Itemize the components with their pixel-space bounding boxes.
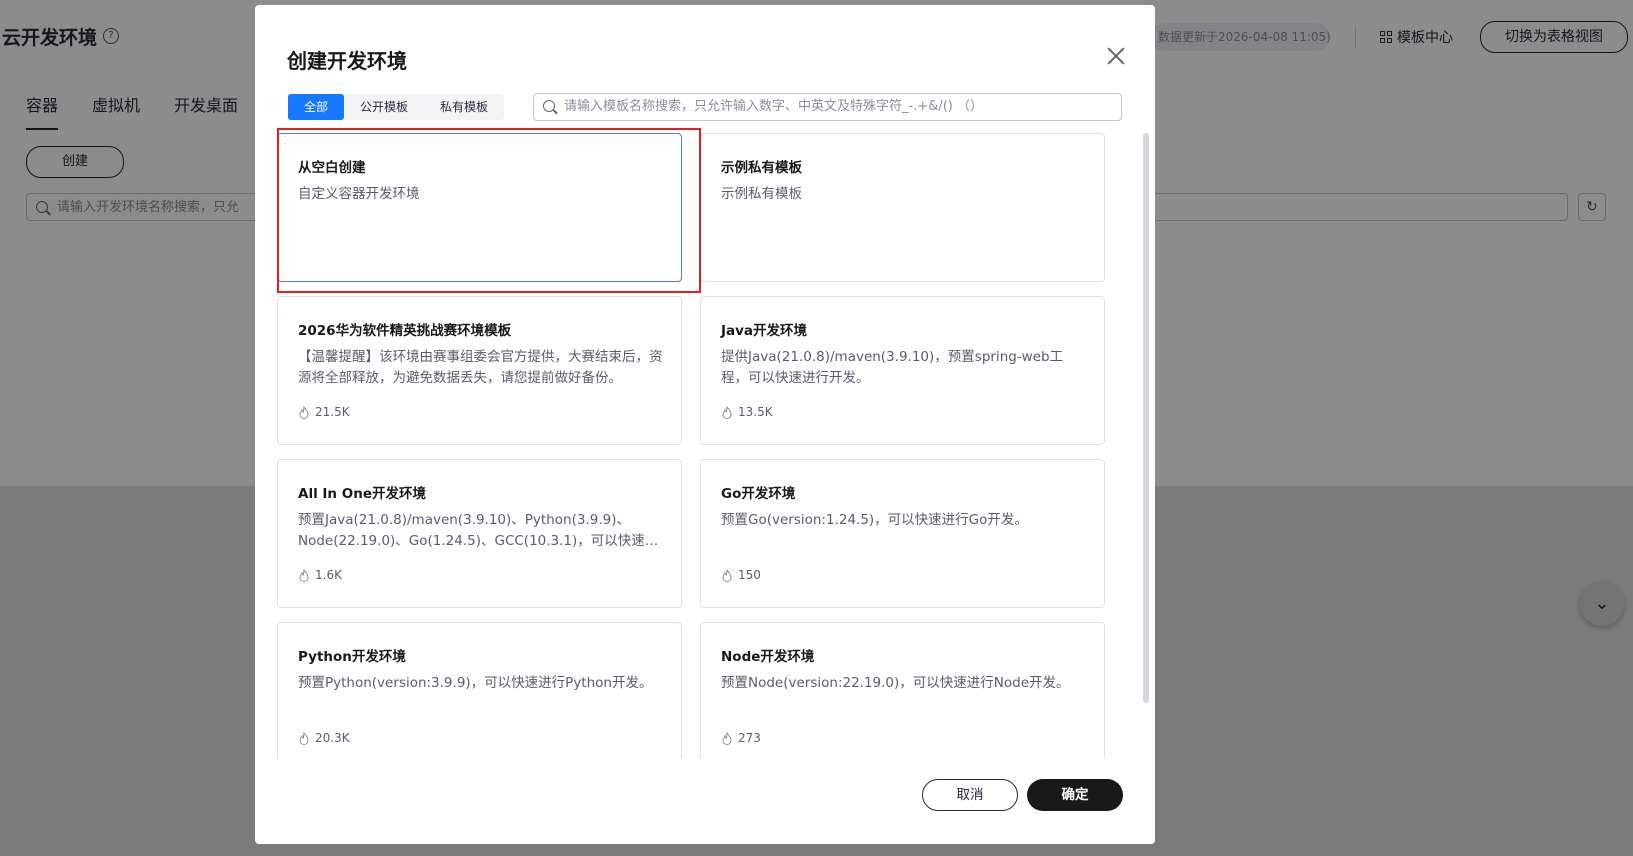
filter-tab-all[interactable]: 全部 <box>288 94 345 120</box>
flame-icon <box>722 405 732 419</box>
usage-count-value: 13.5K <box>738 405 773 419</box>
confirm-button[interactable]: 确定 <box>1027 779 1123 811</box>
flame-icon <box>299 405 309 419</box>
card-title: Java开发环境 <box>721 323 808 339</box>
card-desc: 预置Go(version:1.24.5)，可以快速进行Go开发。 <box>721 512 1028 528</box>
filter-tab-private[interactable]: 私有模板 <box>424 94 504 120</box>
card-title: Node开发环境 <box>721 649 815 665</box>
usage-count: 13.5K <box>721 405 773 419</box>
card-title: Go开发环境 <box>721 486 796 502</box>
template-card-go[interactable]: Go开发环境 预置Go(version:1.24.5)，可以快速进行Go开发。 … <box>700 459 1105 608</box>
usage-count: 273 <box>721 731 761 745</box>
card-desc: 【温馨提醒】该环境由赛事组委会官方提供，大赛结束后，资源将全部释放，为避免数据丢… <box>298 349 663 386</box>
usage-count-value: 273 <box>738 731 761 745</box>
card-title: 示例私有模板 <box>721 160 802 176</box>
usage-count: 1.6K <box>298 568 342 582</box>
usage-count-value: 150 <box>738 568 761 582</box>
card-desc: 预置Node(version:22.19.0)，可以快速进行Node开发。 <box>721 675 1070 691</box>
card-list-scrollbar[interactable] <box>1143 133 1149 703</box>
card-desc: 预置Java(21.0.8)/maven(3.9.10)、Python(3.9.… <box>298 512 659 549</box>
template-search-input[interactable]: 请输入模板名称搜索，只允许输入数字、中英文及特殊字符_-.+&/() （） <box>533 93 1122 121</box>
template-card-all-in-one[interactable]: All In One开发环境 预置Java(21.0.8)/maven(3.9.… <box>277 459 682 608</box>
card-title: 2026华为软件精英挑战赛环境模板 <box>298 323 512 339</box>
template-search-placeholder: 请输入模板名称搜索，只允许输入数字、中英文及特殊字符_-.+&/() （） <box>564 99 984 114</box>
search-icon <box>543 100 555 112</box>
template-card-java[interactable]: Java开发环境 提供Java(21.0.8)/maven(3.9.10)，预置… <box>700 296 1105 445</box>
usage-count: 150 <box>721 568 761 582</box>
card-title: All In One开发环境 <box>298 486 426 502</box>
flame-icon <box>299 568 309 582</box>
card-desc: 示例私有模板 <box>721 186 802 202</box>
usage-count-value: 20.3K <box>315 731 350 745</box>
flame-icon <box>299 731 309 745</box>
card-desc: 预置Python(version:3.9.9)，可以快速进行Python开发。 <box>298 675 653 691</box>
usage-count: 20.3K <box>298 731 350 745</box>
usage-count: 21.5K <box>298 405 350 419</box>
flame-icon <box>722 568 732 582</box>
flame-icon <box>722 731 732 745</box>
modal-title: 创建开发环境 <box>287 49 407 73</box>
template-card-private-sample[interactable]: 示例私有模板 示例私有模板 <box>700 133 1105 282</box>
cancel-button[interactable]: 取消 <box>922 779 1018 811</box>
template-card-node[interactable]: Node开发环境 预置Node(version:22.19.0)，可以快速进行N… <box>700 622 1105 758</box>
filter-tab-public[interactable]: 公开模板 <box>344 94 424 120</box>
card-desc: 提供Java(21.0.8)/maven(3.9.10)，预置spring-we… <box>721 349 1064 386</box>
card-title: Python开发环境 <box>298 649 406 665</box>
template-card-huawei-contest[interactable]: 2026华为软件精英挑战赛环境模板 【温馨提醒】该环境由赛事组委会官方提供，大赛… <box>277 296 682 445</box>
template-card-python[interactable]: Python开发环境 预置Python(version:3.9.9)，可以快速进… <box>277 622 682 758</box>
usage-count-value: 1.6K <box>315 568 342 582</box>
selection-highlight-box <box>277 128 701 293</box>
usage-count-value: 21.5K <box>315 405 350 419</box>
template-filter-tabs: 全部 公开模板 私有模板 <box>288 94 505 120</box>
close-icon[interactable] <box>1105 45 1127 67</box>
